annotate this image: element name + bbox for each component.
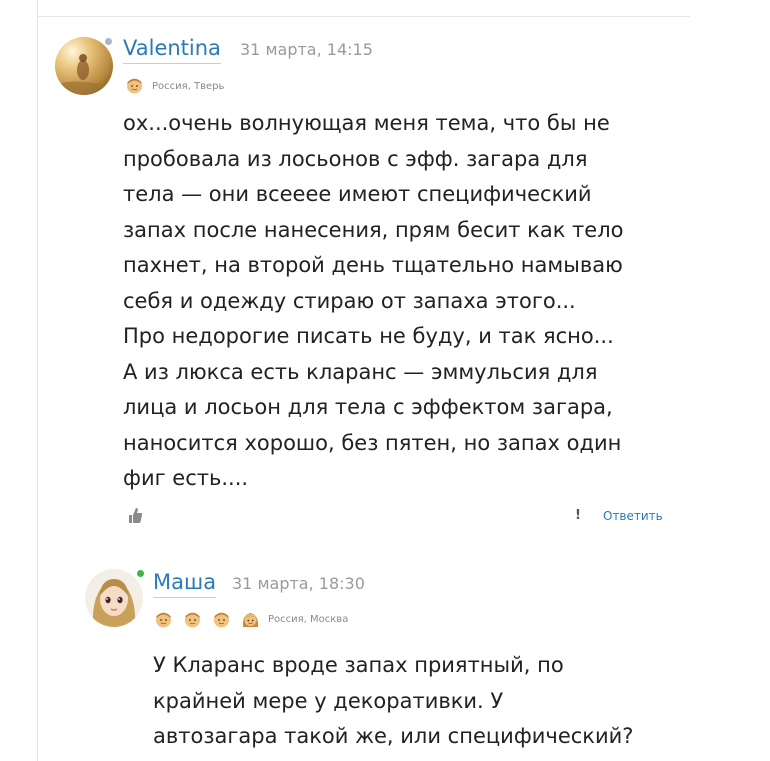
username-link[interactable]: Маша (153, 569, 217, 598)
comment-text-line: ох...очень волнующая меня тема, что бы н… (123, 111, 610, 135)
comment-text: У Кларанс вроде запах приятный, по крайн… (153, 648, 633, 755)
comment-text-line: пахнет, на второй день тщательно намываю (123, 253, 623, 277)
avatar[interactable] (55, 37, 113, 95)
face-badge-icon (242, 613, 259, 627)
comment-text-line: себя и одежду стираю от запаха этого... (123, 288, 576, 313)
face-badge-icon (214, 612, 229, 628)
user-location: Россия, Москва (268, 614, 349, 625)
reply-button[interactable]: Ответить (603, 508, 663, 524)
comment-text: ох...очень волнующая меня тема, что бы н… (123, 106, 623, 497)
comment-text-line: тела — они всееее имеют специфический (123, 182, 592, 206)
online-status-dot (136, 569, 145, 578)
avatar[interactable] (85, 569, 143, 627)
comment-text-line: автозагара такой же, или специфический? (153, 724, 634, 748)
face-badge-icon (185, 612, 200, 628)
thread-left-border (37, 0, 38, 761)
timestamp: 31 марта, 14:15 (240, 40, 373, 59)
avatar-photo (85, 569, 143, 627)
report-button[interactable]: ! (575, 508, 581, 524)
username-link[interactable]: Valentina (123, 35, 221, 64)
comment-text-line: лица и лосьон для тела с эффектом загара… (123, 395, 613, 419)
comment-text-line: У Кларанс вроде запах приятный, по (153, 653, 564, 677)
comment-text-line: наносится хорошо, без пятен, но запах од… (123, 430, 622, 455)
thread-top-divider (37, 16, 690, 17)
comment-text-line: Про недорогие писать не буду, и так ясно… (123, 324, 614, 348)
comment-text-line: пробовала из лосьонов с эфф. загара для (123, 146, 588, 171)
comment-text-line: А из люкса есть кларанс — эммульсия для (123, 359, 598, 384)
face-badge-icon (156, 612, 171, 628)
face-badge-icon (127, 78, 142, 94)
online-status-dot (104, 37, 113, 46)
avatar-photo (55, 37, 113, 95)
timestamp: 31 марта, 18:30 (232, 574, 365, 593)
comment-text-line: крайней мере у декоративки. У (153, 688, 504, 713)
thumbs-up-icon[interactable] (127, 506, 143, 524)
comment-text-line: запах после нанесения, прям бесит как те… (123, 217, 624, 242)
user-location: Россия, Тверь (152, 81, 225, 92)
comment-text-line: фиг есть.... (123, 466, 249, 490)
